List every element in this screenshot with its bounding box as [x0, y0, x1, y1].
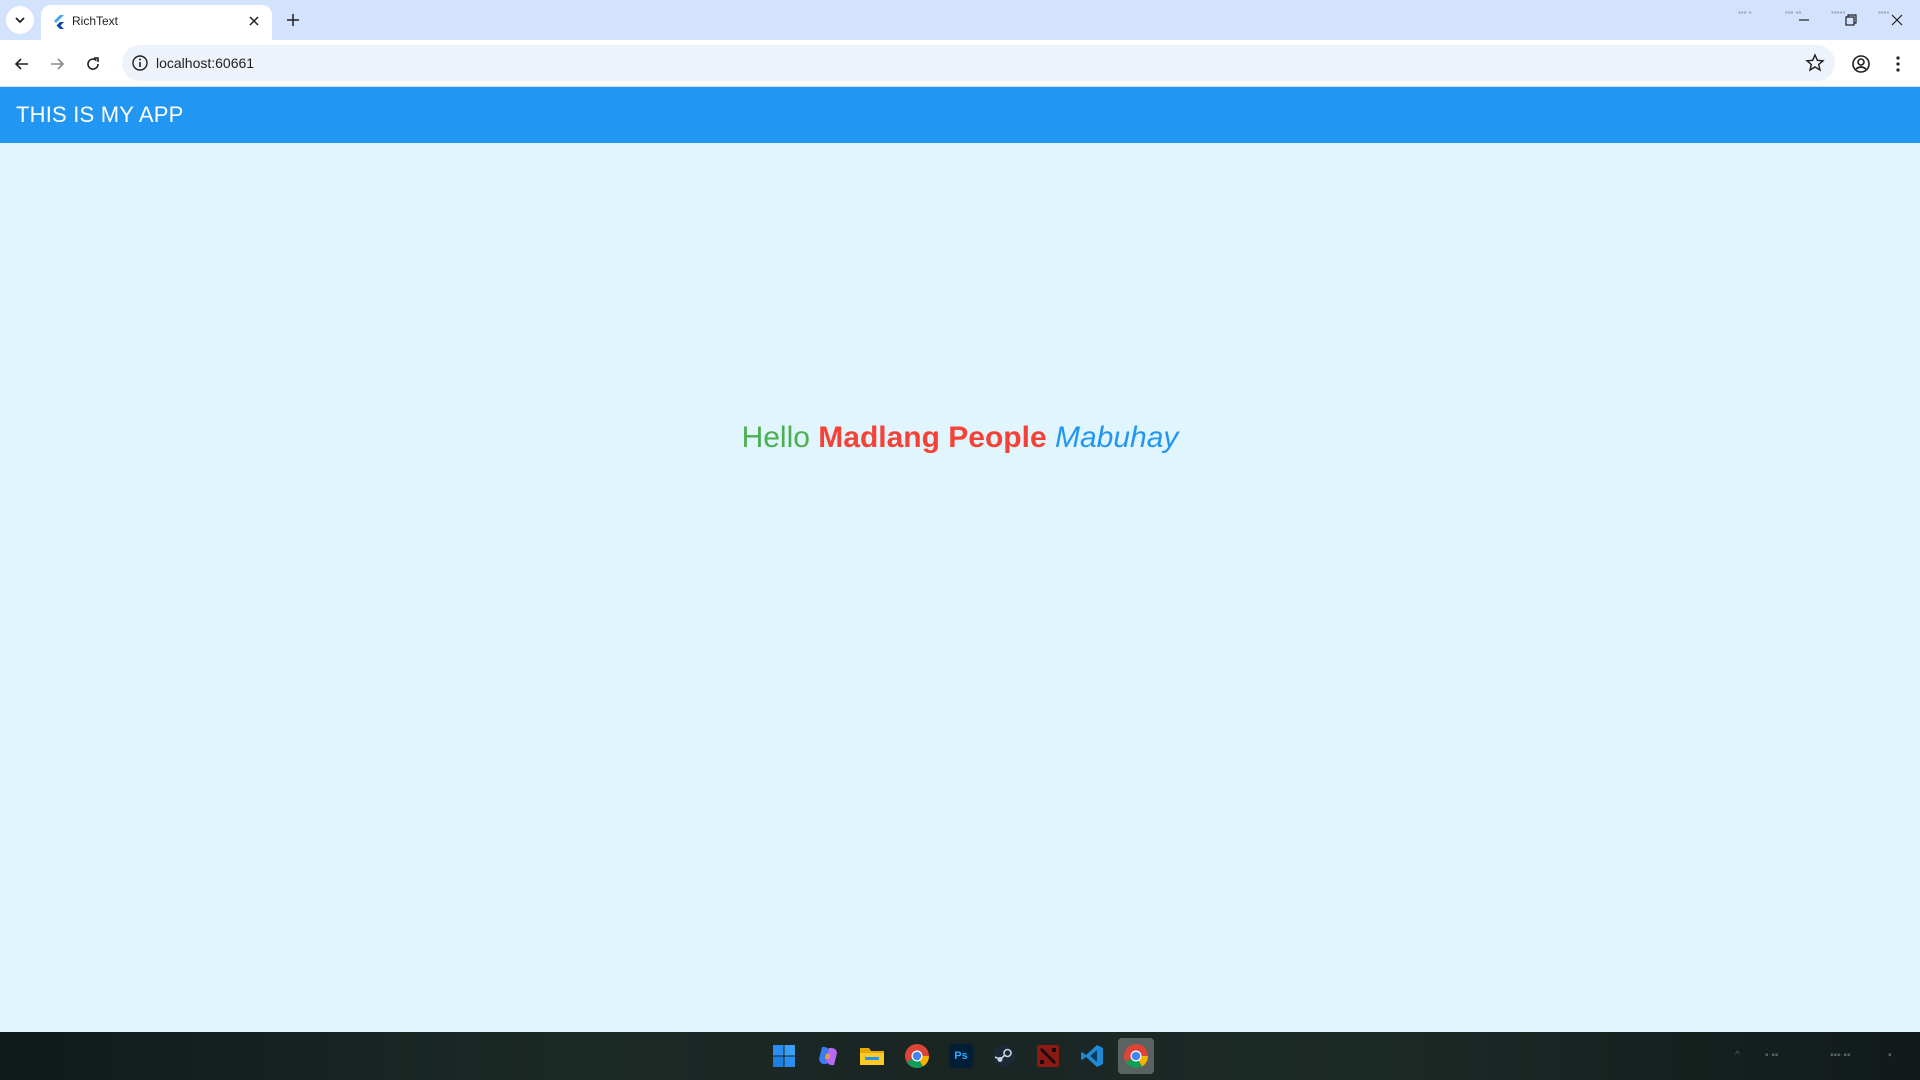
- minimize-button[interactable]: [1789, 8, 1819, 32]
- windows-start-icon: [773, 1045, 795, 1067]
- back-button[interactable]: [7, 49, 37, 79]
- steam-icon: [993, 1045, 1015, 1067]
- file-explorer-button[interactable]: [856, 1040, 888, 1072]
- chrome-active-icon: [1124, 1044, 1148, 1069]
- chrome-button[interactable]: [901, 1040, 933, 1072]
- tray-icons[interactable]: ▪ ▪▪: [1765, 1050, 1778, 1061]
- rich-text: Hello Madlang People Mabuhay: [0, 421, 1920, 455]
- dota-button[interactable]: [1032, 1040, 1064, 1072]
- close-icon: [249, 16, 259, 26]
- tab-search-button[interactable]: [6, 6, 34, 34]
- tab-richtext[interactable]: RichText: [41, 5, 272, 40]
- forward-button[interactable]: [42, 49, 72, 79]
- vscode-icon: [1081, 1045, 1103, 1067]
- info-icon[interactable]: [131, 54, 149, 72]
- photoshop-label: Ps: [954, 1050, 968, 1062]
- reload-button[interactable]: [78, 49, 108, 79]
- windows-taskbar: Ps ^ ▪ ▪▪ ▪▪▪ ▪▪ ▪: [0, 1032, 1920, 1080]
- file-explorer-icon: [860, 1048, 884, 1065]
- rich-text-mabuhay: Mabuhay: [1055, 421, 1179, 454]
- close-window-icon: [1891, 14, 1903, 26]
- chevron-down-icon: [15, 17, 25, 24]
- app-title: THIS IS MY APP: [16, 102, 184, 127]
- faint-overlay-text: ▪▪▪ ▪: [1738, 8, 1752, 17]
- rich-text-hello: Hello: [741, 421, 819, 454]
- chrome-active-button[interactable]: [1118, 1038, 1154, 1074]
- back-icon: [14, 58, 28, 70]
- close-window-button[interactable]: [1882, 8, 1912, 32]
- close-tab-button[interactable]: [244, 11, 264, 31]
- tab-title: RichText: [72, 14, 119, 28]
- plus-icon: [287, 14, 299, 26]
- menu-icon: [1896, 56, 1900, 72]
- star-icon[interactable]: [1805, 53, 1825, 73]
- steam-button[interactable]: [988, 1040, 1020, 1072]
- restore-button[interactable]: [1836, 8, 1866, 32]
- tray-clock[interactable]: ▪▪▪ ▪▪: [1830, 1050, 1851, 1061]
- app-bar: THIS IS MY APP: [0, 87, 1920, 143]
- dota-icon: [1037, 1045, 1059, 1067]
- browser-menu-button[interactable]: [1887, 53, 1909, 75]
- restore-icon: [1845, 14, 1857, 26]
- vscode-button[interactable]: [1076, 1040, 1108, 1072]
- app-body: [0, 143, 1920, 1032]
- photoshop-button[interactable]: Ps: [945, 1040, 977, 1072]
- url-text[interactable]: localhost:60661: [156, 55, 254, 71]
- chrome-icon: [905, 1044, 929, 1069]
- copilot-icon: [819, 1046, 837, 1066]
- new-tab-button[interactable]: [281, 8, 305, 32]
- photoshop-icon: Ps: [949, 1044, 973, 1068]
- profile-icon: [1852, 55, 1870, 73]
- browser-toolbar: localhost:60661: [0, 40, 1920, 87]
- minimize-icon: [1799, 19, 1809, 21]
- reload-icon: [87, 57, 99, 70]
- notification-icon[interactable]: ▪: [1888, 1050, 1892, 1061]
- tray-chevron-icon[interactable]: ^: [1735, 1050, 1740, 1061]
- copilot-button[interactable]: [812, 1040, 844, 1072]
- forward-icon: [51, 58, 65, 70]
- start-button[interactable]: [768, 1040, 800, 1072]
- profile-button[interactable]: [1850, 53, 1872, 75]
- address-bar[interactable]: localhost:60661: [122, 45, 1835, 81]
- browser-tab-strip: RichText ▪▪▪ ▪ ▪▪▪ ▪▪ ▪▪▪▪▪ ▪▪▪▪: [0, 0, 1920, 40]
- rich-text-madlang-people: Madlang People: [818, 421, 1047, 454]
- flutter-icon: [54, 15, 64, 29]
